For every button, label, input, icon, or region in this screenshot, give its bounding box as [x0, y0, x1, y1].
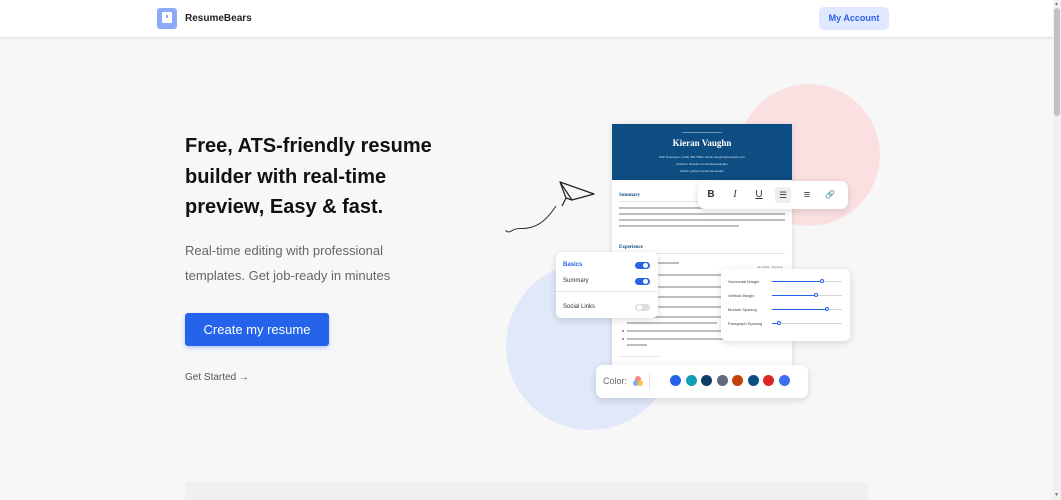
resume-experience-heading: Experience — [619, 245, 643, 250]
underline-button[interactable]: U — [751, 187, 767, 203]
top-navbar: ResumeBears My Account — [0, 0, 1053, 38]
resume-contact-line: Github: github.com/kieranvaughn — [679, 169, 725, 173]
summary-label: Summary — [563, 278, 589, 284]
paper-plane-icon — [505, 181, 595, 233]
color-swatch[interactable] — [778, 375, 790, 386]
next-section-card — [185, 482, 868, 500]
module-spacing-slider[interactable] — [772, 307, 842, 311]
my-account-button[interactable]: My Account — [819, 7, 889, 30]
scrollbar-thumb[interactable] — [1054, 8, 1060, 116]
create-resume-button[interactable]: Create my resume — [185, 313, 329, 346]
color-swatch[interactable] — [732, 375, 743, 386]
scroll-down-arrow-icon[interactable]: ▼ — [1054, 492, 1059, 498]
basics-toggle[interactable] — [635, 262, 650, 269]
color-swatch[interactable] — [763, 375, 774, 386]
numbered-list-icon[interactable]: ≡ — [799, 187, 815, 203]
slider-label: Horizontal Margin — [728, 279, 760, 284]
summary-toggle[interactable] — [635, 278, 650, 285]
color-swatch[interactable] — [701, 375, 712, 386]
hero-subtitle: Real-time editing with professional temp… — [185, 243, 391, 283]
bullet-list-icon[interactable]: ☰ — [775, 187, 791, 203]
horizontal-margin-slider[interactable] — [772, 279, 842, 283]
color-swatch[interactable] — [685, 375, 697, 386]
resumebears-logo-icon[interactable] — [157, 8, 177, 29]
paragraph-spacing-slider[interactable] — [772, 321, 842, 325]
get-started-link[interactable]: Get Started → — [185, 372, 249, 383]
vertical-margin-slider[interactable] — [772, 293, 842, 297]
social-links-label: Social Links — [563, 304, 596, 310]
slider-label: Module Spacing — [728, 307, 757, 312]
italic-button[interactable]: I — [727, 187, 743, 203]
resume-summary-heading: Summary — [619, 193, 641, 198]
color-label: Color: — [603, 376, 628, 386]
color-swatch[interactable] — [716, 375, 728, 386]
text-format-toolbar: B I U ☰ ≡ 🔗 — [698, 181, 848, 209]
palette-icon — [633, 376, 643, 386]
scroll-up-arrow-icon[interactable]: ▲ — [1054, 1, 1059, 7]
link-icon[interactable]: 🔗 — [822, 187, 838, 203]
bold-button[interactable]: B — [703, 187, 719, 203]
sections-toggle-panel: Basics Summary Social Links — [556, 252, 658, 318]
basics-label: Basics — [563, 262, 583, 268]
page-scrollbar[interactable]: ▲ ▼ — [1053, 0, 1061, 500]
resume-contact-line: Web Developer | (123) 456-7890 | kieran.… — [659, 155, 745, 159]
resume-header: Kieran Vaughn Web Developer | (123) 456-… — [612, 124, 792, 180]
color-picker-panel: Color: — [596, 365, 808, 398]
resume-contact-line: LinkedIn: linkedin.com/in/kieranvaughn — [676, 162, 728, 166]
color-swatch[interactable] — [747, 375, 759, 386]
spacing-sliders-panel: Horizontal Margin Vertical Margin Module… — [721, 269, 850, 341]
brand-name[interactable]: ResumeBears — [185, 13, 252, 24]
hero-title: Free, ATS-friendly resume builder with r… — [185, 135, 432, 218]
slider-label: Paragraph Spacing — [728, 321, 763, 326]
slider-label: Vertical Margin — [728, 293, 755, 298]
social-links-toggle[interactable] — [635, 304, 650, 311]
color-swatch[interactable] — [670, 375, 681, 386]
resume-name: Kieran Vaughn — [672, 138, 732, 148]
